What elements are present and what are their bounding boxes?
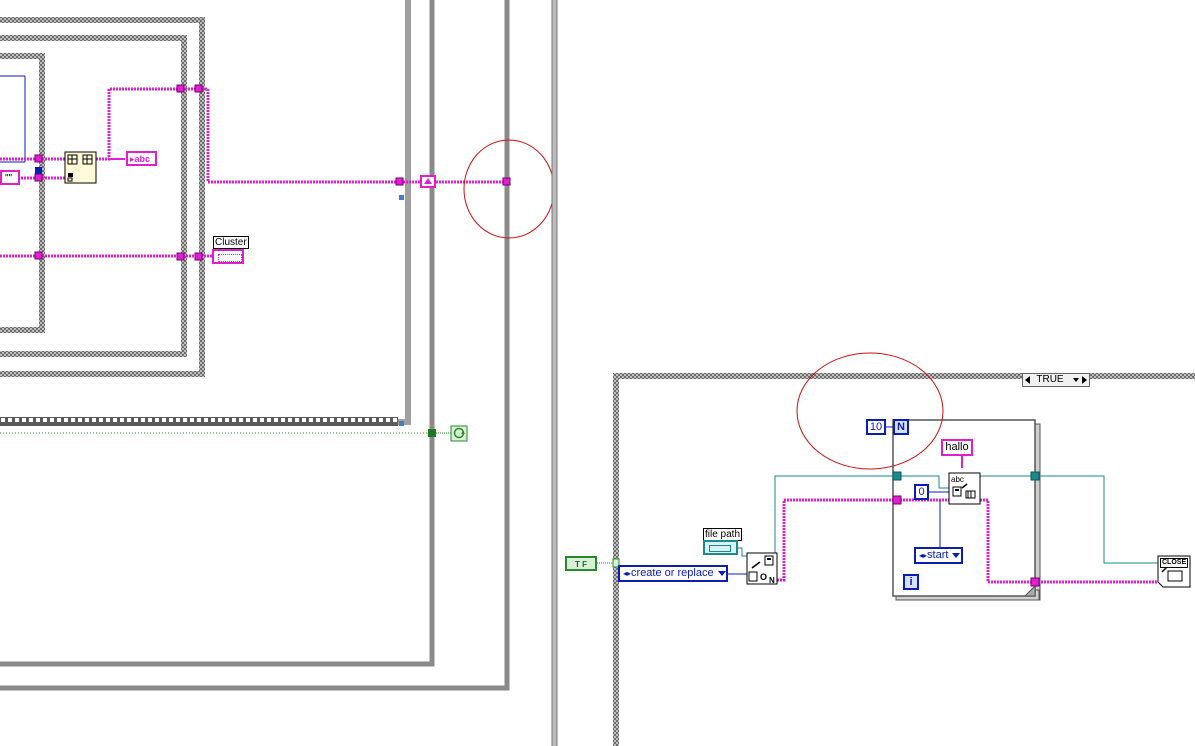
svg-text:N: N xyxy=(769,576,775,585)
svg-text:O: O xyxy=(760,572,767,582)
zero-constant[interactable]: 0 xyxy=(914,484,929,500)
string-indicator[interactable]: ▸abc xyxy=(126,151,157,166)
hallo-string-constant[interactable]: hallo xyxy=(941,439,973,456)
nested-case-frame-1[interactable] xyxy=(0,17,205,377)
case-selector[interactable]: TRUE xyxy=(1022,373,1090,387)
boolean-true-constant[interactable]: T F xyxy=(565,556,597,571)
chevron-down-icon xyxy=(952,552,961,558)
while-loop-frame[interactable] xyxy=(0,0,435,667)
array-function-node[interactable] xyxy=(64,151,97,184)
loop-count-terminal: N xyxy=(893,419,909,435)
path-icon xyxy=(709,545,731,552)
write-node-abc-label: abc xyxy=(951,475,964,484)
increment-arrow-icon[interactable] xyxy=(1082,376,1087,384)
tunnels-left xyxy=(34,84,511,261)
loop-count-constant[interactable]: 10 xyxy=(866,419,886,435)
start-mode-enum[interactable]: ◂▸start xyxy=(914,547,963,564)
nested-case-frame-3[interactable] xyxy=(0,53,45,333)
chevron-down-icon xyxy=(717,570,726,576)
block-diagram: O N xyxy=(0,0,1195,746)
wires-right xyxy=(597,426,1158,584)
open-create-file-node[interactable]: O N xyxy=(746,552,778,585)
start-mode-value: start xyxy=(927,549,949,561)
empty-string-constant[interactable]: "" xyxy=(0,170,20,185)
case-selector-label: TRUE xyxy=(1036,374,1064,385)
nested-case-frame-2[interactable] xyxy=(0,35,187,357)
decrement-arrow-icon[interactable] xyxy=(1025,376,1030,384)
cluster-label: Cluster xyxy=(213,236,249,249)
iteration-terminal: i xyxy=(903,574,919,590)
close-node-label: CLOSE xyxy=(1160,558,1189,568)
diagram-separator xyxy=(552,0,557,746)
loop-condition-terminal[interactable] xyxy=(450,425,468,442)
file-operation-enum[interactable]: ◂▸create or replace xyxy=(618,565,728,582)
file-operation-value: create or replace xyxy=(631,567,714,579)
chevron-down-icon[interactable] xyxy=(1073,378,1079,382)
cluster-icon xyxy=(218,254,242,262)
cluster-indicator[interactable] xyxy=(212,249,244,264)
file-path-control[interactable] xyxy=(703,540,738,555)
sequence-filmstrip xyxy=(0,417,398,426)
